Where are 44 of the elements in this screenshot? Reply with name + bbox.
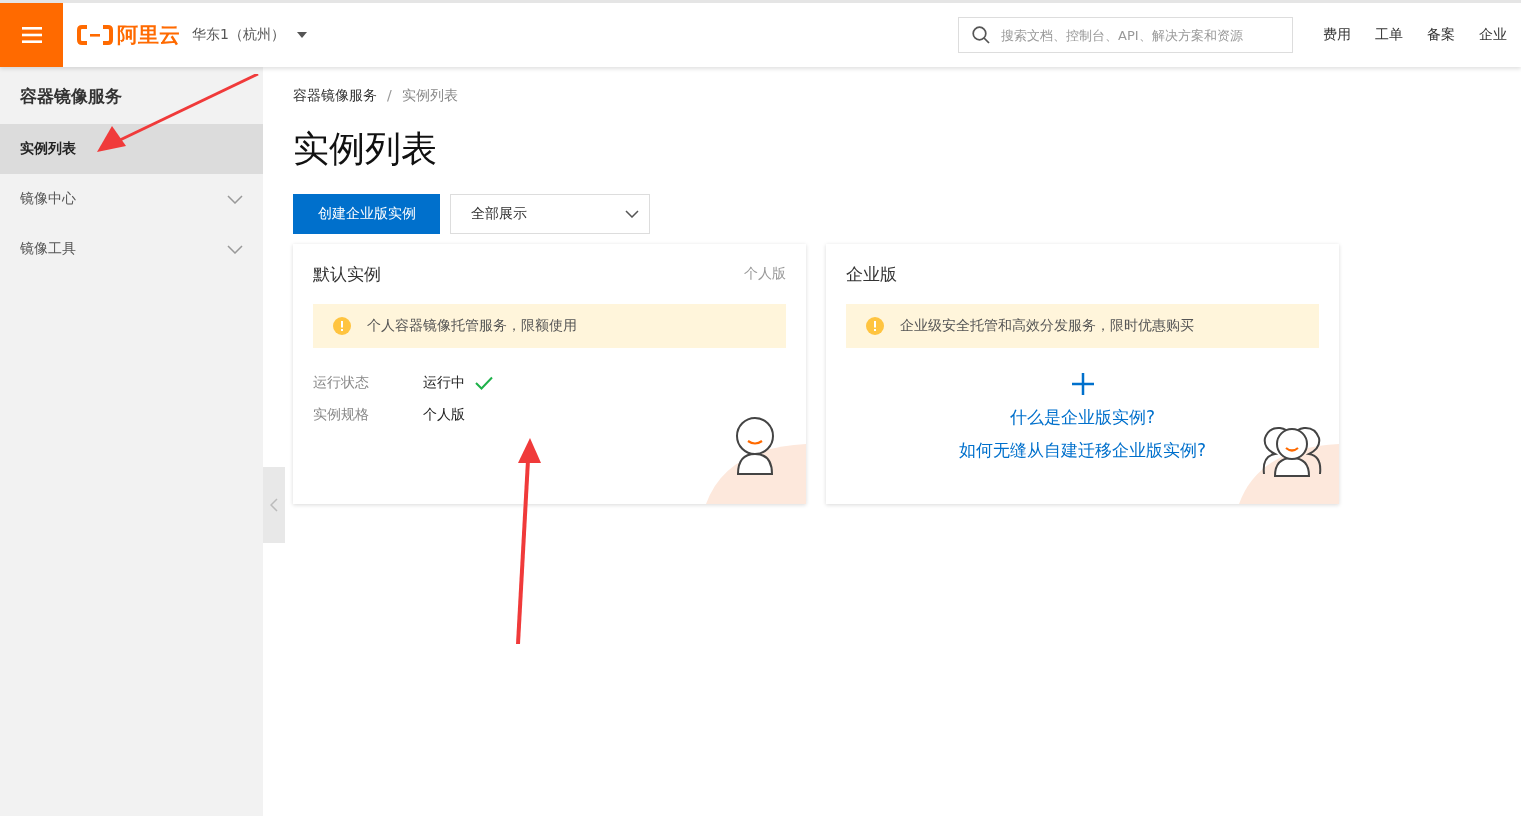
warning-icon [333,317,351,335]
chevron-down-icon [625,210,639,218]
field-value: 个人版 [423,406,465,424]
caret-icon [296,32,307,38]
filter-dropdown[interactable]: 全部展示 [450,194,650,234]
top-nav-link[interactable]: 企业 [1479,26,1507,44]
notice-text: 个人容器镜像托管服务，限额使用 [367,317,577,335]
warning-icon [866,317,884,335]
field-label: 实例规格 [313,406,370,424]
check-icon [475,376,493,390]
top-nav-link[interactable]: 备案 [1427,26,1455,44]
top-nav-link[interactable]: 工单 [1375,26,1403,44]
field-label: 运行状态 [313,374,370,392]
breadcrumb-link[interactable]: 实例列表 [401,87,458,105]
card-title: 默认实例 [313,262,381,286]
people-icon [1261,426,1323,478]
sidebar-title: 容器镜像服务 [20,85,122,108]
chevron-down-icon [227,194,243,204]
collapse-handle[interactable] [263,467,285,543]
plus-icon[interactable] [1070,372,1095,396]
search-icon [972,26,990,44]
brand-name: 阿里云 [117,22,180,49]
breadcrumb-separator: / [387,87,392,105]
breadcrumb-link[interactable]: 容器镜像服务 [293,87,377,105]
logo-icon [77,24,113,46]
card-title: 企业版 [846,262,897,286]
notice-text: 企业级安全托管和高效分发服务，限时优惠购买 [900,317,1194,335]
page-title: 实例列表 [293,127,438,171]
field-value: 运行中 [423,374,465,392]
edition-label: 个人版 [744,265,786,283]
help-link[interactable]: 如何无缝从自建迁移企业版实例? [959,439,1206,462]
person-icon [734,416,776,476]
chevron-down-icon [227,244,243,254]
region-selector[interactable]: 华东1（杭州） [192,26,307,44]
menu-button[interactable] [0,3,63,67]
sidebar-item[interactable]: 镜像工具 [0,224,263,274]
menu-icon [21,26,42,44]
search-field[interactable]: 搜索文档、控制台、API、解决方案和资源 [958,17,1293,53]
top-nav-link[interactable]: 费用 [1323,26,1351,44]
sidebar-item[interactable]: 实例列表 [0,124,263,174]
sidebar-item[interactable]: 镜像中心 [0,174,263,224]
chevron-left-icon [270,498,278,512]
help-link[interactable]: 什么是企业版实例? [1010,406,1155,429]
create-button[interactable]: 创建企业版实例 [293,194,440,234]
